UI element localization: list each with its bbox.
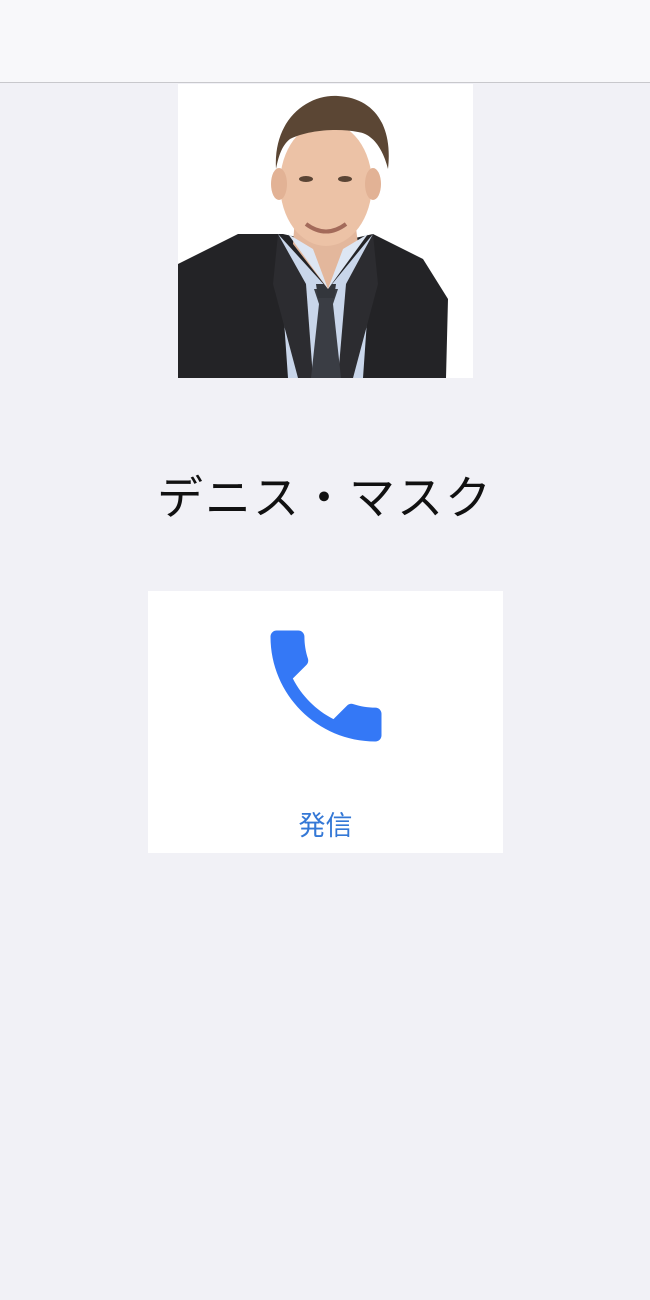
call-button-label[interactable]: 発信 — [148, 804, 503, 843]
contact-photo — [178, 84, 473, 378]
phone-icon[interactable] — [252, 612, 400, 760]
contact-name: デニス・マスク — [157, 471, 493, 525]
top-bar — [0, 0, 650, 83]
contact-photo-image — [178, 84, 473, 378]
